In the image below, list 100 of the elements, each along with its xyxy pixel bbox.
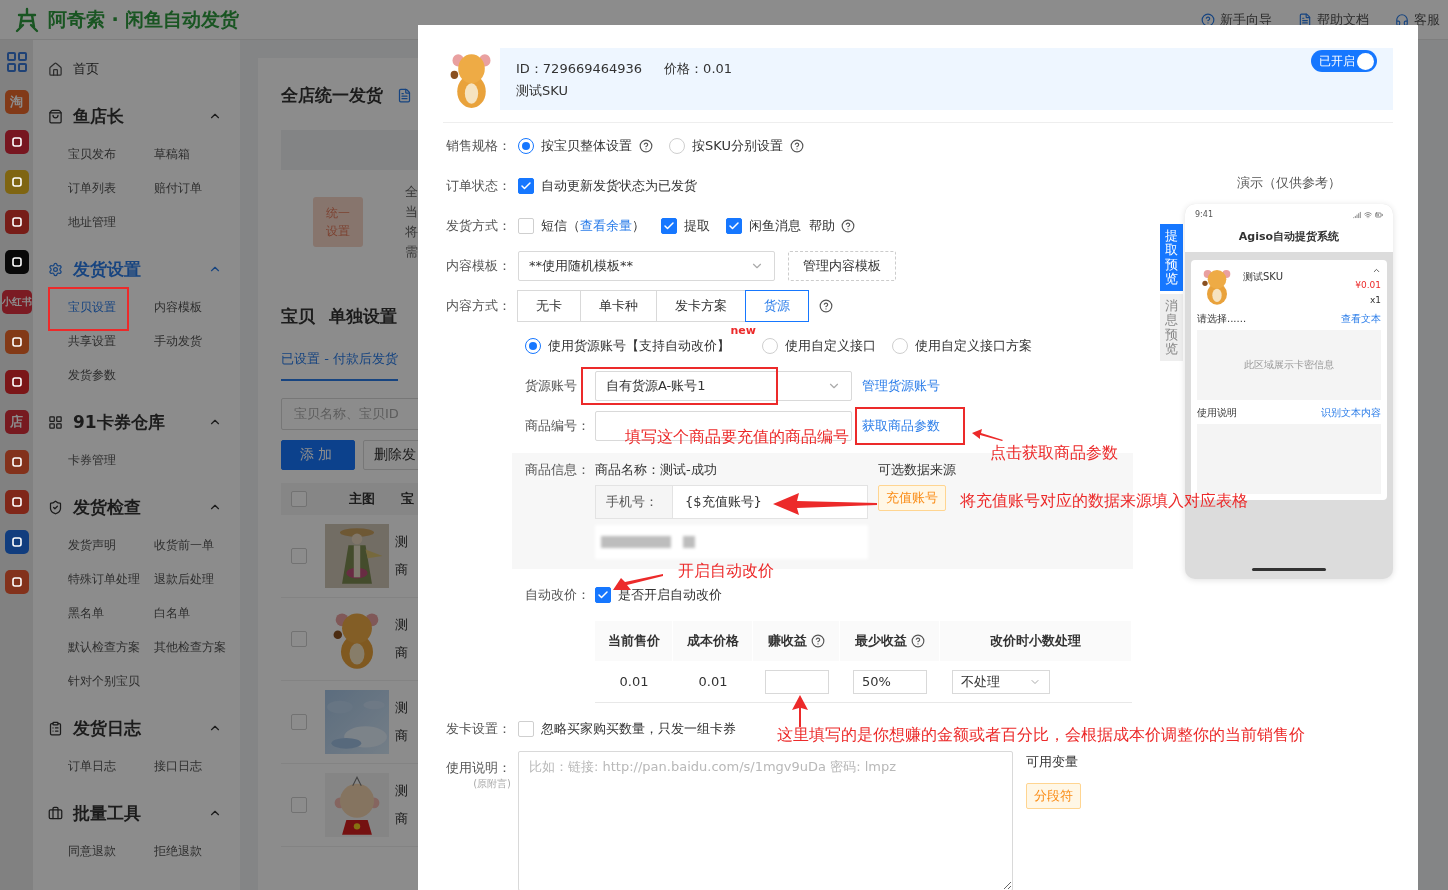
fetch-params-link[interactable]: 获取商品参数 bbox=[862, 417, 940, 435]
sidebar-item[interactable]: 宝贝发布 bbox=[68, 147, 116, 161]
field-label: 销售规格： bbox=[445, 137, 512, 155]
item-price: 价格：0.01 bbox=[664, 60, 733, 78]
sidebar-item[interactable]: 接口日志 bbox=[154, 759, 202, 773]
segment-tab[interactable]: 发卡方案 bbox=[656, 290, 746, 322]
link[interactable]: 识别文本内容 bbox=[1321, 406, 1381, 420]
sidebar-group[interactable]: 鱼店长 bbox=[73, 104, 124, 128]
checkbox[interactable] bbox=[661, 218, 677, 234]
sidebar-item[interactable]: 收货前一单 bbox=[154, 538, 214, 552]
account-select[interactable]: 自有货源A-账号1 bbox=[595, 371, 852, 401]
link[interactable]: 查看余量 bbox=[580, 217, 632, 235]
table-cell: 商 bbox=[395, 561, 408, 579]
app-logo-icon[interactable] bbox=[4, 570, 29, 594]
source-tag[interactable]: 充值账号 bbox=[878, 485, 946, 511]
variable-tag[interactable]: 分段符 bbox=[1026, 783, 1081, 809]
group-icon bbox=[48, 720, 63, 736]
instructions-field[interactable]: 比如：链接: http://pan.baidu.com/s/1mgv9uDa 密码: lmpz bbox=[518, 751, 1013, 890]
sidebar-item[interactable]: 内容模板 bbox=[154, 300, 202, 314]
app-logo-icon[interactable] bbox=[4, 370, 29, 394]
sidebar-item[interactable]: 地址管理 bbox=[68, 215, 116, 229]
sidebar-item[interactable]: 白名单 bbox=[154, 606, 190, 620]
sidebar-item[interactable]: 赔付订单 bbox=[154, 181, 202, 195]
radio-button[interactable] bbox=[525, 338, 541, 354]
preview-tab[interactable]: 提取预览 bbox=[1160, 224, 1183, 292]
description-fragment: 全 bbox=[405, 183, 418, 201]
help-icon[interactable] bbox=[841, 219, 855, 233]
sidebar-item[interactable]: 卡券管理 bbox=[68, 453, 116, 467]
sidebar-group[interactable]: 发货设置 bbox=[73, 257, 141, 281]
app-logo-icon[interactable] bbox=[4, 130, 29, 154]
document-icon bbox=[397, 87, 412, 103]
tab[interactable]: 已设置 - 付款后发货 bbox=[281, 347, 398, 381]
sidebar-group[interactable]: 批量工具 bbox=[73, 801, 141, 825]
field-label: 使用说明： bbox=[446, 759, 511, 777]
manage-accounts-link[interactable]: 管理货源账号 bbox=[862, 377, 940, 395]
manage-templates-button[interactable]: 管理内容模板 bbox=[788, 251, 896, 281]
sidebar-group[interactable]: 发货日志 bbox=[73, 716, 141, 740]
help-icon[interactable] bbox=[910, 634, 925, 648]
sidebar-item[interactable]: 退款后处理 bbox=[154, 572, 214, 586]
sidebar-item[interactable]: 发货声明 bbox=[68, 538, 116, 552]
checkbox[interactable] bbox=[518, 178, 534, 194]
group-icon bbox=[48, 261, 63, 277]
help-icon[interactable] bbox=[819, 299, 833, 313]
sidebar-item[interactable]: 订单列表 bbox=[68, 181, 116, 195]
profit-field[interactable] bbox=[764, 669, 829, 694]
sidebar-item[interactable]: 黑名单 bbox=[68, 606, 104, 620]
app-logo[interactable]: 淘 bbox=[4, 90, 29, 114]
checkbox[interactable] bbox=[726, 218, 742, 234]
template-select[interactable]: **使用随机模板** bbox=[518, 251, 775, 281]
sidebar-item[interactable]: 订单日志 bbox=[68, 759, 116, 773]
item-sku: 测试SKU bbox=[516, 82, 569, 100]
grid-icon[interactable] bbox=[4, 50, 29, 74]
checkbox[interactable] bbox=[595, 587, 611, 603]
app-logo-icon[interactable] bbox=[4, 250, 29, 274]
sidebar-item[interactable]: 首页 bbox=[73, 60, 99, 78]
sidebar-item[interactable]: 草稿箱 bbox=[154, 147, 190, 161]
sidebar-item[interactable]: 发货参数 bbox=[68, 368, 116, 382]
chevron-up-icon[interactable] bbox=[1372, 266, 1381, 275]
toggle-switch[interactable]: 已开启 bbox=[1311, 50, 1377, 72]
app-logo-icon[interactable] bbox=[4, 330, 29, 354]
min-profit-field[interactable]: 50% bbox=[853, 669, 927, 694]
app-logo-icon[interactable] bbox=[4, 450, 29, 474]
preview-tab[interactable]: 消息预览 bbox=[1160, 294, 1183, 362]
choose-label: 请选择...... bbox=[1197, 312, 1247, 326]
group-icon bbox=[48, 499, 63, 515]
app-logo[interactable]: 店 bbox=[4, 410, 29, 434]
sidebar-item[interactable]: 同意退款 bbox=[68, 844, 116, 858]
option-label: 使用自定义接口方案 bbox=[915, 337, 1032, 355]
add-button[interactable]: 添加 bbox=[281, 440, 355, 470]
segment-tab[interactable]: 单卡种 bbox=[580, 290, 657, 322]
help-icon[interactable] bbox=[639, 139, 653, 153]
app-logo-icon[interactable] bbox=[4, 530, 29, 554]
segment-tab[interactable]: 货源 bbox=[745, 290, 809, 322]
home-icon bbox=[48, 61, 63, 77]
sidebar-item[interactable]: 共享设置 bbox=[68, 334, 116, 348]
segment-tab[interactable]: 无卡 bbox=[517, 290, 581, 322]
help-icon[interactable] bbox=[789, 139, 804, 153]
sidebar-item[interactable]: 其他检查方案 bbox=[154, 640, 226, 654]
check-icon bbox=[597, 589, 609, 601]
product-title: 测试SKU bbox=[1243, 270, 1284, 284]
app-logo-icon[interactable] bbox=[4, 210, 29, 234]
sidebar-item[interactable]: 特殊订单处理 bbox=[68, 572, 140, 586]
header-link[interactable]: 客服 bbox=[1414, 10, 1440, 29]
link[interactable]: 查看文本 bbox=[1341, 312, 1381, 326]
sidebar-item[interactable]: 手动发货 bbox=[154, 334, 202, 348]
app-logo-icon[interactable] bbox=[4, 490, 29, 514]
rounding-select[interactable]: 不处理 bbox=[952, 669, 1050, 694]
header-link[interactable]: 新手向导 bbox=[1220, 10, 1272, 29]
app-logo[interactable]: 小红书 bbox=[1, 290, 32, 314]
description-fragment: 需 bbox=[405, 243, 418, 261]
sidebar-item[interactable]: 拒绝退款 bbox=[154, 844, 202, 858]
sidebar-item[interactable]: 宝贝设置 bbox=[68, 300, 116, 314]
radio-button[interactable] bbox=[518, 138, 534, 154]
sidebar-group[interactable]: 发货检查 bbox=[73, 495, 141, 519]
header-link[interactable]: 帮助文档 bbox=[1317, 10, 1369, 29]
help-icon[interactable] bbox=[810, 634, 825, 648]
sidebar-group[interactable]: 91卡券仓库 bbox=[73, 410, 165, 434]
sidebar-item[interactable]: 默认检查方案 bbox=[68, 640, 140, 654]
sidebar-item[interactable]: 针对个别宝贝 bbox=[68, 674, 140, 688]
param-value-field[interactable]: {$充值账号} bbox=[673, 486, 867, 518]
